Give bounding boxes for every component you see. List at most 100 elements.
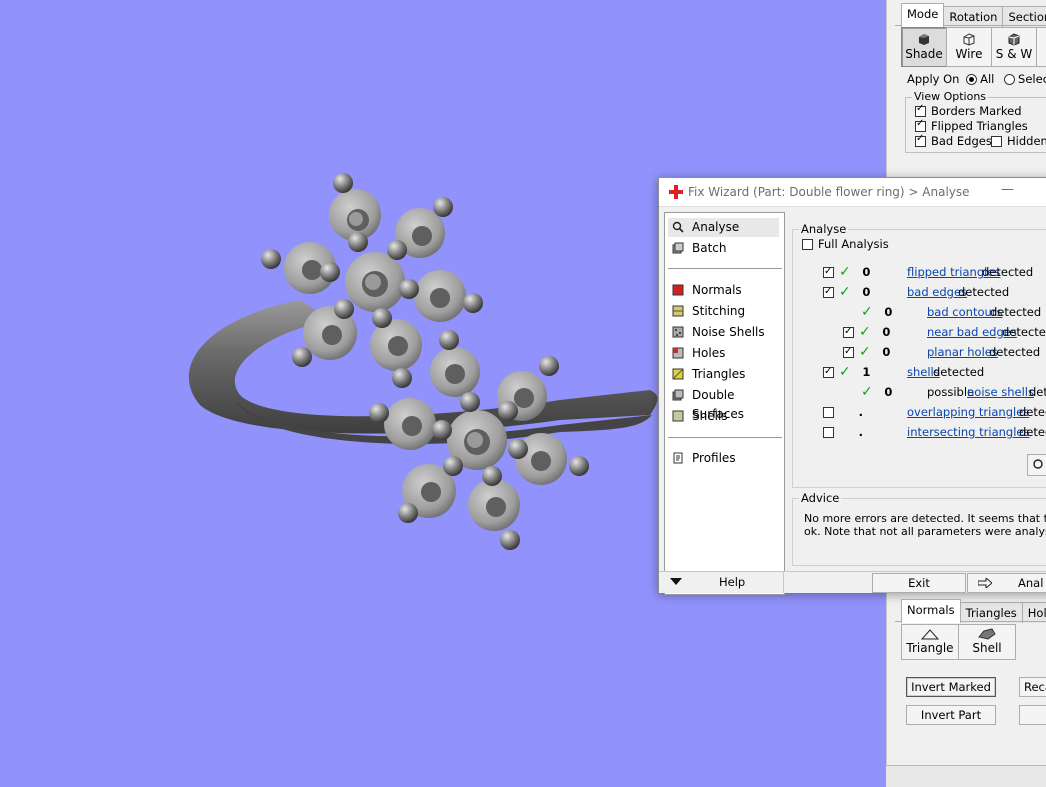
full-analysis-option[interactable]: Full Analysis: [802, 236, 889, 252]
borders-marked-option[interactable]: Borders Marked: [915, 103, 1022, 118]
nav-stitching-label: Stitching: [692, 304, 746, 318]
row-suffix: detected: [990, 305, 1042, 319]
analysis-row: ✓ 0 bad contours detected: [861, 304, 1041, 320]
overlapping-triangles-link[interactable]: overlapping triangles: [907, 404, 1029, 420]
triangle-label: Triangle: [906, 641, 954, 655]
more-view-button[interactable]: [1036, 27, 1046, 67]
dialog-title: Fix Wizard (Part: Double flower ring) > …: [688, 185, 970, 199]
bad-edges-option[interactable]: Bad Edges: [915, 133, 992, 148]
nav-normals[interactable]: Normals: [668, 281, 779, 300]
tab-section[interactable]: Section: [1002, 6, 1046, 27]
row-count: .: [858, 405, 864, 419]
full-analysis-checkbox[interactable]: [802, 239, 813, 250]
row-count: 0: [862, 285, 871, 299]
apply-on-row: Apply On All Selection: [907, 72, 1046, 86]
row-suffix: detected: [933, 365, 985, 379]
wire-button[interactable]: Wire: [946, 27, 992, 67]
flipped-triangles-option[interactable]: Flipped Triangles: [915, 118, 1028, 133]
tab-triangles[interactable]: Triangles: [959, 602, 1023, 623]
ok-check-icon: ✓: [859, 344, 871, 360]
noise-shells-icon: [672, 326, 684, 338]
help-button[interactable]: Help: [719, 575, 745, 589]
nav-shells-label: Shells: [692, 409, 728, 423]
apply-all-radio[interactable]: [966, 74, 978, 85]
nav-stitching[interactable]: Stitching: [668, 302, 779, 321]
nav-profiles[interactable]: Profiles: [668, 449, 779, 468]
triangle-icon: [921, 629, 939, 640]
invert-part-button[interactable]: Invert Part: [906, 705, 996, 725]
analysis-row: ✓ 0 planar holes detected: [843, 344, 1040, 360]
nav-batch[interactable]: Batch: [668, 239, 779, 258]
row-suffix: detected: [982, 265, 1034, 279]
row-suffix: detected: [989, 345, 1041, 359]
apply-all-label: All: [980, 72, 995, 86]
double-surfaces-icon: [672, 389, 684, 401]
nav-analyse[interactable]: Analyse: [668, 218, 779, 237]
bad-edges-checkbox[interactable]: [915, 133, 926, 147]
tab-mode[interactable]: Mode: [901, 3, 945, 27]
tab-normals[interactable]: Normals: [901, 599, 961, 623]
ok-check-icon: ✓: [839, 284, 851, 300]
red-cross-icon: [669, 185, 683, 199]
nav-noise-shells[interactable]: Noise Shells: [668, 323, 779, 342]
ok-check-icon: ✓: [861, 304, 873, 320]
intersecting-triangles-link[interactable]: intersecting triangles: [907, 424, 1029, 440]
chevron-down-icon: [670, 578, 682, 585]
row-checkbox[interactable]: [843, 344, 854, 360]
tab-rotation[interactable]: Rotation: [943, 6, 1004, 27]
invert-marked-button[interactable]: Invert Marked: [906, 677, 996, 697]
analysis-row: ✓ 0 flipped triangles detected: [823, 264, 1033, 280]
analyse-button[interactable]: Anal: [967, 573, 1046, 593]
hidden-lines-option[interactable]: Hidden L: [991, 134, 1046, 148]
row-suffix: detecte: [1002, 325, 1046, 339]
analysis-row: . intersecting triangles detecte: [823, 424, 1046, 440]
nav-analyse-label: Analyse: [692, 220, 740, 234]
row-checkbox[interactable]: [823, 264, 834, 280]
tab-holes[interactable]: Holes: [1021, 602, 1046, 623]
noise-shells-link[interactable]: noise shells: [967, 384, 1034, 400]
nav-double-surfaces[interactable]: Double Surfaces: [668, 386, 779, 421]
minimize-button[interactable]: —: [1001, 182, 1014, 197]
row-checkbox[interactable]: [843, 324, 854, 340]
row-checkbox[interactable]: [823, 407, 834, 418]
ok-check-icon: ✓: [861, 384, 873, 400]
nav-triangles[interactable]: Triangles: [668, 365, 779, 384]
row-checkbox[interactable]: [823, 284, 834, 300]
shell-icon: [978, 628, 996, 640]
borders-marked-checkbox[interactable]: [915, 103, 926, 117]
triangle-button[interactable]: Triangle: [901, 624, 959, 660]
nav-holes-label: Holes: [692, 346, 726, 360]
recalc-button[interactable]: Reca: [1019, 677, 1046, 697]
analyse-button-label: Anal: [1018, 576, 1044, 590]
row-checkbox[interactable]: [823, 427, 834, 438]
exit-button[interactable]: Exit: [872, 573, 966, 593]
full-analysis-label: Full Analysis: [818, 237, 889, 251]
planar-holes-link[interactable]: planar holes: [927, 344, 998, 360]
shell-button[interactable]: Shell: [958, 624, 1016, 660]
nav-holes[interactable]: Holes: [668, 344, 779, 363]
hidden-lines-checkbox[interactable]: [991, 136, 1002, 147]
inspect-button[interactable]: [1027, 454, 1046, 476]
magnifier-icon: [1033, 459, 1043, 469]
nav-shells[interactable]: Shells: [668, 407, 779, 426]
wizard-nav: Analyse Batch Normals Stitching Noise Sh…: [664, 212, 785, 595]
row-suffix: detecte: [1019, 425, 1046, 439]
dialog-titlebar[interactable]: Fix Wizard (Part: Double flower ring) > …: [659, 178, 1046, 207]
advice-line-1: No more errors are detected. It seems th…: [804, 512, 1046, 525]
analysis-row: . overlapping triangles detecte: [823, 404, 1046, 420]
shade-wire-button[interactable]: S & W: [991, 27, 1037, 67]
row-checkbox[interactable]: [823, 364, 834, 380]
shell-label: Shell: [972, 641, 1002, 655]
advice-legend: Advice: [799, 491, 842, 505]
flipped-triangles-checkbox[interactable]: [915, 118, 926, 132]
batch-icon: [672, 242, 684, 254]
row-count: .: [858, 425, 864, 439]
fix-wizard-dialog: Fix Wizard (Part: Double flower ring) > …: [658, 177, 1046, 595]
blank-action-button[interactable]: [1019, 705, 1046, 725]
wire-label: Wire: [955, 47, 983, 61]
row-count: 1: [862, 365, 871, 379]
shade-wire-cube-icon: [1008, 33, 1020, 46]
shade-wire-label: S & W: [995, 47, 1033, 61]
apply-selection-radio[interactable]: [1004, 74, 1016, 85]
shade-button[interactable]: Shade: [901, 27, 947, 67]
